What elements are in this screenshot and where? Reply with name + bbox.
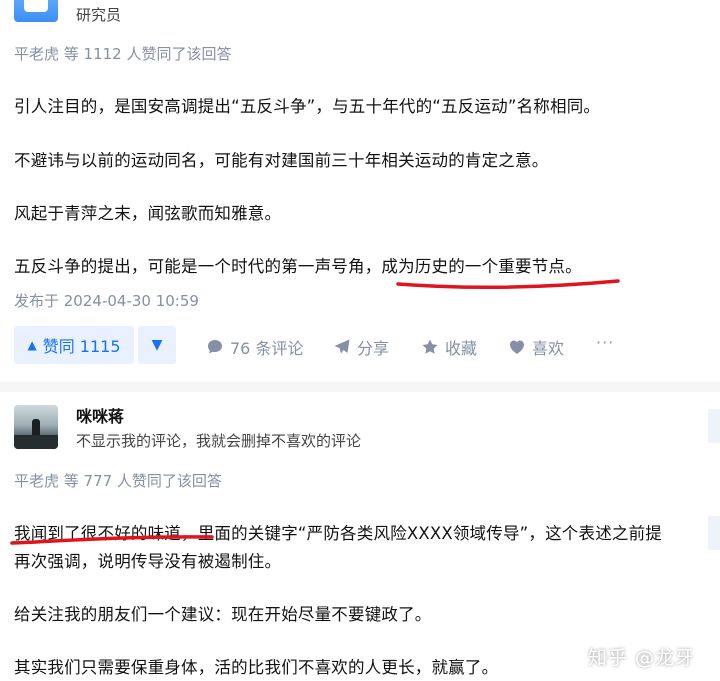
annotation-layer	[10, 279, 620, 545]
red-underline	[396, 279, 620, 290]
red-underline	[10, 535, 214, 545]
